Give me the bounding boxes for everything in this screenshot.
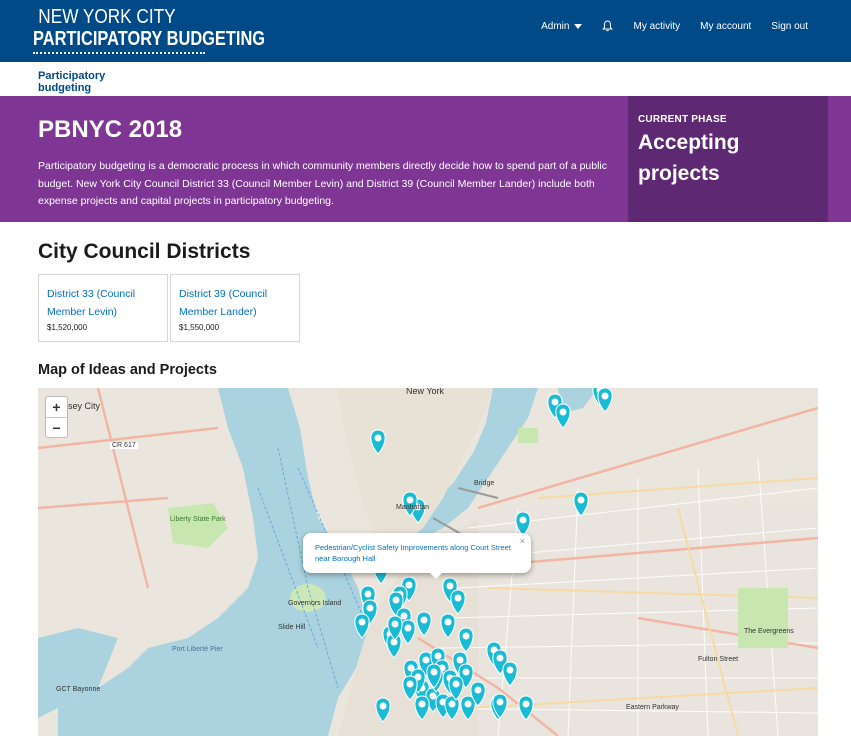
map-label-fulton-street: Fulton Street [698,656,739,663]
district-name-link[interactable]: District 39 (Council Member Lander) [179,285,291,321]
districts-heading: City Council Districts [38,240,251,263]
map-marker-dot [448,700,456,708]
map-marker-dot [405,581,413,589]
map-marker-dot [577,496,585,504]
district-budget: $1,520,000 [47,323,88,332]
map-marker-dot [462,632,470,640]
map-label-liberty-state-park: Liberty State Park [170,516,226,523]
map-marker-dot [364,590,372,598]
map-marker-dot [379,702,387,710]
notifications-button[interactable] [602,20,614,32]
top-navbar: NEW YORK CITY PARTICIPATORY BUDGETING Ad… [0,0,851,62]
map-marker-dot [420,616,428,624]
map-marker-dot [404,624,412,632]
main-nav: Admin My activity My account Sign out [521,20,808,32]
map-label-bayonne: GCT Bayonne [56,686,101,693]
popup-tip [429,572,443,579]
map-label-jersey-city: sey City [68,401,101,411]
district-card-39[interactable]: District 39 (Council Member Lander) $1,5… [170,274,300,342]
map-marker-dot [601,392,609,400]
my-activity-link[interactable]: My activity [633,21,680,32]
map-popup: Pedestrian/Cyclist Safety Improvements a… [303,533,531,579]
map-marker-dot [551,398,559,406]
caret-down-icon [574,23,583,29]
map-marker-dot [429,692,437,700]
map-marker-dot [456,656,464,664]
sub-navbar: Participatory budgeting [0,62,851,107]
map-marker-dot [496,698,504,706]
map-marker-dot [406,680,414,688]
map-heading: Map of Ideas and Projects [38,362,217,378]
map-marker-dot [446,582,454,590]
district-name-link[interactable]: District 33 (Council Member Levin) [47,285,159,321]
map-marker-dot [392,596,400,604]
admin-menu-label: Admin [541,20,570,32]
logo-line-1: NEW YORK CITY [38,6,176,28]
map-marker-dot [454,594,462,602]
map-label-cr617: CR 617 [110,442,138,449]
map-marker-dot [522,700,530,708]
map-label-slide-hill: Slide Hill [278,624,306,631]
page-description: Participatory budgeting is a democratic … [38,160,608,207]
popup-project-link[interactable]: Pedestrian/Cyclist Safety Improvements a… [315,542,519,564]
map-label-bridge: Bridge [474,480,495,487]
close-icon[interactable]: × [520,536,525,546]
phase-value: Accepting projects [638,131,740,185]
map-marker-dot [400,612,408,620]
map-label-eastern-parkway: Eastern Parkway [626,704,679,711]
zoom-out-button[interactable]: − [46,417,67,437]
map-label-evergreens: The Evergreens [744,628,794,635]
map-marker-dot [366,604,374,612]
phase-label: CURRENT PHASE [638,114,727,125]
zoom-control: + − [45,396,68,438]
map-marker-dot [496,654,504,662]
map-marker-dot [430,668,438,676]
map-label-port-liberte: Port Liberté Pier [172,646,223,653]
logo-dotted-underline [33,52,205,55]
map-marker-dot [422,656,430,664]
map-marker-dot [358,618,366,626]
district-budget: $1,550,000 [179,323,220,332]
sign-out-link[interactable]: Sign out [771,21,808,32]
projects-map[interactable]: New York sey City Manhattan Bridge Liber… [38,388,818,736]
map-label-new-york: New York [406,388,445,396]
logo-line-2: PARTICIPATORY BUDGETING [33,28,266,50]
map-marker-dot [452,680,460,688]
map-label-governors-island: Governors Island [288,600,342,607]
map-label-manhattan: Manhattan [396,504,430,511]
map-marker-dot [464,700,472,708]
hero-banner: PBNYC 2018 Participatory budgeting is a … [0,96,851,222]
map-marker-dot [391,620,399,628]
bell-icon [602,20,614,32]
admin-menu[interactable]: Admin [541,20,583,32]
map-marker-dot [434,652,442,660]
page-title: PBNYC 2018 [38,116,183,143]
map-marker-dot [406,496,414,504]
current-phase-box: CURRENT PHASE Accepting projects [628,96,828,222]
district-card-33[interactable]: District 33 (Council Member Levin) $1,52… [38,274,168,342]
map-marker-dot [462,668,470,676]
map-marker-dot [474,686,482,694]
map-marker-dot [559,408,567,416]
map-marker-dot [444,618,452,626]
zoom-in-button[interactable]: + [46,397,67,417]
map-marker-dot [519,516,527,524]
my-account-link[interactable]: My account [700,21,751,32]
site-logo[interactable]: NEW YORK CITY PARTICIPATORY BUDGETING [33,6,316,54]
map-marker-dot [506,666,514,674]
map-marker-dot [374,434,382,442]
map-marker-dot [418,700,426,708]
